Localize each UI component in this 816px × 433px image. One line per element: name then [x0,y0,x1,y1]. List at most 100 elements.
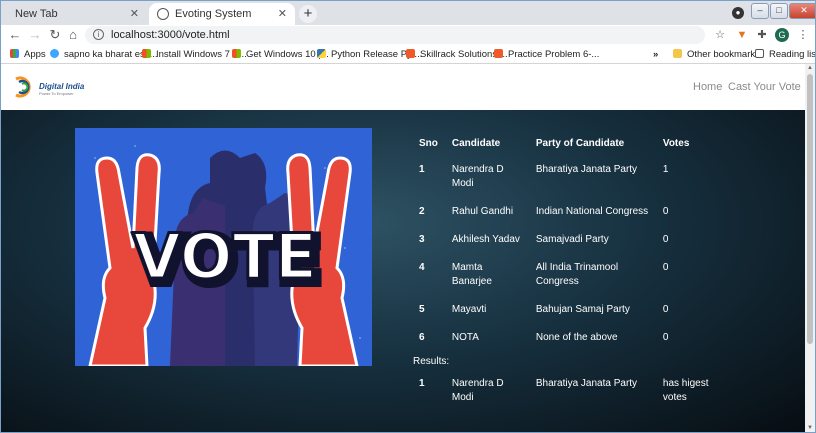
cell-party: Samajvadi Party [535,234,609,245]
tab-title: Evoting System [175,8,252,20]
metamask-extension-icon[interactable]: ▼ [735,28,749,42]
column-header-candidate: Candidate [451,138,501,149]
menu-dots-icon[interactable]: ⋮ [796,28,810,42]
tab-strip: New Tab ✕ Evoting System ✕ + ● – □ ✕ [1,1,815,25]
logo-tagline: Power To Empower [39,91,74,96]
table-row: 2 Rahul Gandhi Indian National Congress … [411,199,719,227]
bookmark-item[interactable]: Skillrack Solutions:... [406,47,508,62]
cell-sno: 6 [419,332,425,343]
globe-icon [157,8,169,20]
forward-arrow-icon[interactable]: → [27,27,43,43]
result-party: Bharatiya Janata Party [535,378,638,389]
result-sno: 1 [419,378,425,389]
more-bookmarks-chevron-icon[interactable]: » [653,47,658,62]
address-toolbar: ← → ↻ ⌂ i localhost:3000/vote.html ☆ ▼ ✚… [1,25,815,46]
back-arrow-icon[interactable]: ← [7,27,23,43]
site-favicon-icon [50,49,59,58]
other-bookmarks[interactable]: Other bookmarks [673,47,760,62]
bookmark-label: Other bookmarks [687,49,760,60]
cell-candidate: Narendra D Modi [451,164,504,189]
site-navbar: Digital India Power To Empower Home Cast… [1,64,805,110]
results-label: Results: [413,356,450,367]
blogger-icon [494,49,503,58]
table-row: 3 Akhilesh Yadav Samajvadi Party 0 [411,227,719,255]
vote-poster-image: VOTE VOTE [75,128,372,366]
table-row: 6 NOTA None of the above 0 [411,325,719,353]
bookmark-label: Apps [24,49,46,60]
cell-candidate: Akhilesh Yadav [451,234,520,245]
poster-vote-text: VOTE [133,220,317,293]
column-header-party: Party of Candidate [535,138,625,149]
results-label-row: Results: [411,353,719,371]
bookmark-label: Practice Problem 6-... [508,49,600,60]
cell-candidate: Mayavti [451,304,487,315]
close-tab-icon[interactable]: ✕ [130,3,139,25]
url-text: localhost:3000/vote.html [111,29,230,41]
python-logo-icon [317,49,326,58]
logo-text: Digital India [39,82,85,91]
cell-party: Indian National Congress [535,206,649,217]
cell-sno: 2 [419,206,425,217]
column-header-votes: Votes [662,138,690,149]
address-bar[interactable]: i localhost:3000/vote.html [85,26,705,44]
column-header-sno: Sno [419,138,438,149]
scroll-down-arrow-icon[interactable]: ▼ [807,425,813,431]
votes-table: Sno Candidate Party of Candidate Votes 1… [411,128,719,413]
tab-new-tab[interactable]: New Tab ✕ [5,3,147,25]
folder-icon [673,49,682,58]
bookmark-label: Reading list [769,49,816,60]
cell-candidate: Rahul Gandhi [451,206,514,217]
bookmark-item[interactable]: Practice Problem 6-... [494,47,599,62]
cell-votes: 0 [662,206,669,217]
close-window-button[interactable]: ✕ [789,3,815,19]
result-row: 1 Narendra D Modi Bharatiya Janata Party… [411,371,719,413]
scroll-up-arrow-icon[interactable]: ▲ [807,65,813,71]
reading-list[interactable]: Reading list [755,47,816,62]
minimize-button[interactable]: – [751,3,769,19]
nav-link-cast-your-vote[interactable]: Cast Your Vote [728,81,801,93]
maximize-button[interactable]: □ [770,3,788,19]
bookmark-star-icon[interactable]: ☆ [713,28,727,42]
windows-logo-icon [142,49,151,58]
cell-votes: 0 [662,304,669,315]
windows-logo-icon [232,49,241,58]
reload-icon[interactable]: ↻ [47,27,63,43]
browser-window: New Tab ✕ Evoting System ✕ + ● – □ ✕ ← →… [0,0,816,433]
digital-india-logo[interactable]: Digital India Power To Empower [13,75,97,99]
blogger-icon [406,49,415,58]
tab-evoting-system[interactable]: Evoting System ✕ [149,3,295,25]
cell-party: None of the above [535,332,618,343]
bookmark-item[interactable]: Get Windows 10 |... [232,47,329,62]
table-row: 1 Narendra D Modi Bharatiya Janata Party… [411,157,719,199]
cell-party: Bharatiya Janata Party [535,164,638,175]
cell-votes: 1 [662,164,669,175]
apps-grid-icon [10,49,19,58]
cell-votes: 0 [662,332,669,343]
cell-votes: 0 [662,234,669,245]
result-note: has higest votes [662,378,709,403]
media-control-icon[interactable]: ● [732,7,744,19]
nav-link-home[interactable]: Home [693,81,722,93]
home-icon[interactable]: ⌂ [65,27,81,43]
cell-candidate: Mamta Banarjee [451,262,492,287]
bookmark-apps[interactable]: Apps [10,47,46,62]
cell-party: All India Trinamool Congress [535,262,619,287]
new-tab-button[interactable]: + [299,5,317,23]
table-row: 4 Mamta Banarjee All India Trinamool Con… [411,255,719,297]
cell-sno: 1 [419,164,425,175]
cell-sno: 3 [419,234,425,245]
bookmarks-bar: Apps sapno ka bharat ess... Install Wind… [1,46,815,64]
web-page: Digital India Power To Empower Home Cast… [1,64,805,432]
cell-sno: 4 [419,262,425,273]
page-scrollbar[interactable]: ▲ ▼ [805,64,815,432]
cell-candidate: NOTA [451,332,479,343]
scrollbar-thumb[interactable] [807,74,813,344]
close-tab-icon[interactable]: ✕ [278,3,287,25]
tab-title: New Tab [15,8,58,20]
profile-avatar[interactable]: G [775,28,789,42]
hero-section: VOTE VOTE Sno Candidate Party of Candida… [1,110,805,432]
extensions-puzzle-icon[interactable]: ✚ [755,28,769,42]
result-candidate: Narendra D Modi [451,378,504,403]
site-info-icon[interactable]: i [93,29,104,40]
table-header-row: Sno Candidate Party of Candidate Votes [411,128,719,157]
